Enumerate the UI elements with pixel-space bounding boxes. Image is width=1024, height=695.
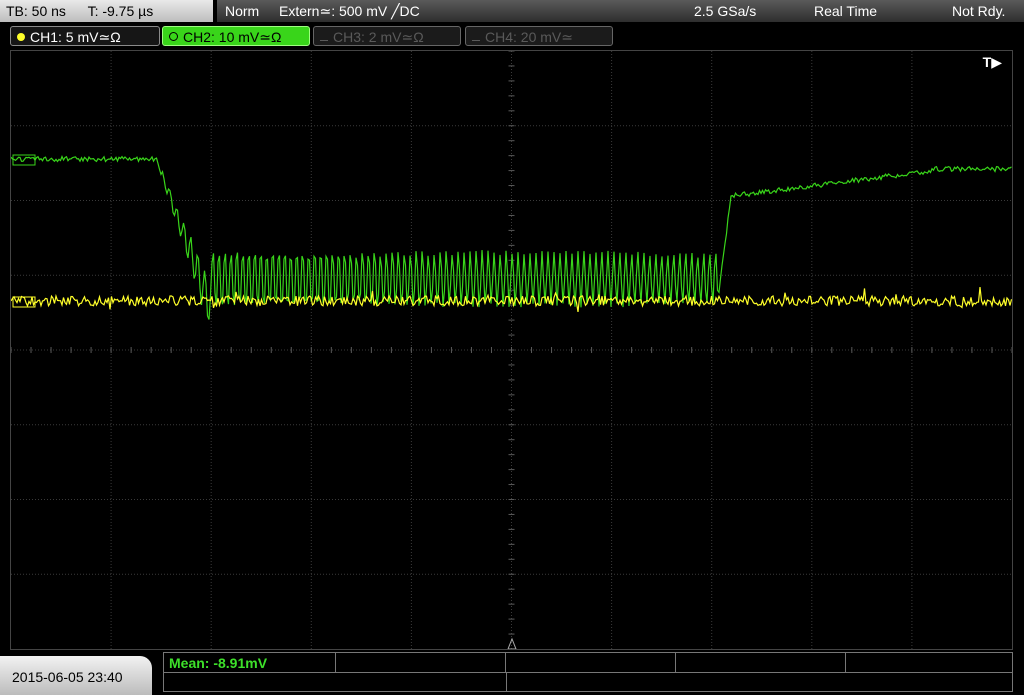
channel-1-label: CH1: 5 mV≃Ω bbox=[30, 29, 121, 45]
trigger-time-value: T: -9.75 µs bbox=[87, 3, 154, 19]
channel-1-indicator-icon bbox=[17, 33, 25, 41]
measurement-cell-2 bbox=[336, 653, 506, 673]
channel-3-indicator-icon bbox=[320, 40, 328, 41]
acquisition-status: Not Rdy. bbox=[952, 3, 1006, 19]
channel-1-trace bbox=[11, 287, 1012, 312]
top-status-bar: TB: 50 ns T: -9.75 µs Norm Extern≃: 500 … bbox=[0, 0, 1024, 24]
trigger-source: Extern≃: 500 mV ╱DC bbox=[279, 3, 420, 19]
date-time-label: 2015-06-05 23:40 bbox=[12, 669, 123, 685]
trigger-position-marker-icon[interactable] bbox=[507, 637, 517, 649]
waveform-display[interactable]: T▶ bbox=[10, 50, 1013, 650]
measurement-cell-5 bbox=[846, 653, 1012, 673]
mean-measurement: Mean: -8.91mV bbox=[169, 655, 268, 671]
channel-4-button[interactable]: CH4: 20 mV≃ bbox=[465, 26, 613, 46]
measurement-panel[interactable]: Mean: -8.91mV bbox=[163, 652, 1013, 692]
channel-2-label: CH2: 10 mV≃Ω bbox=[183, 29, 282, 45]
measurement-cell-3 bbox=[506, 653, 676, 673]
channel-4-indicator-icon bbox=[472, 40, 480, 41]
trigger-marker-icon[interactable]: T▶ bbox=[983, 54, 1002, 71]
channel-1-button[interactable]: CH1: 5 mV≃Ω bbox=[10, 26, 160, 46]
channel-2-trace bbox=[11, 155, 1012, 320]
channel-4-label: CH4: 20 mV≃ bbox=[485, 29, 573, 45]
graticule bbox=[11, 51, 1012, 649]
channel-buttons: CH1: 5 mV≃Ω CH2: 10 mV≃Ω CH3: 2 mV≃Ω CH4… bbox=[0, 26, 1024, 48]
measurement-divider bbox=[164, 672, 1012, 673]
measurement-cell-4 bbox=[676, 653, 846, 673]
trigger-status-bar[interactable]: Norm Extern≃: 500 mV ╱DC 2.5 GSa/s Real … bbox=[217, 0, 1024, 22]
acquisition-mode: Real Time bbox=[814, 3, 878, 19]
channel-2-indicator-icon bbox=[169, 32, 178, 41]
sample-rate: 2.5 GSa/s bbox=[694, 3, 757, 19]
date-time-display: 2015-06-05 23:40 bbox=[0, 656, 152, 695]
timebase-box[interactable]: TB: 50 ns T: -9.75 µs bbox=[0, 0, 213, 22]
measurement-divider-vertical bbox=[506, 672, 507, 692]
timebase-value: TB: 50 ns bbox=[6, 3, 66, 19]
waveform-canvas bbox=[11, 51, 1012, 649]
channel-3-button[interactable]: CH3: 2 mV≃Ω bbox=[313, 26, 461, 46]
trigger-mode: Norm bbox=[225, 3, 260, 19]
channel-2-button[interactable]: CH2: 10 mV≃Ω bbox=[162, 26, 310, 46]
channel-3-label: CH3: 2 mV≃Ω bbox=[333, 29, 424, 45]
